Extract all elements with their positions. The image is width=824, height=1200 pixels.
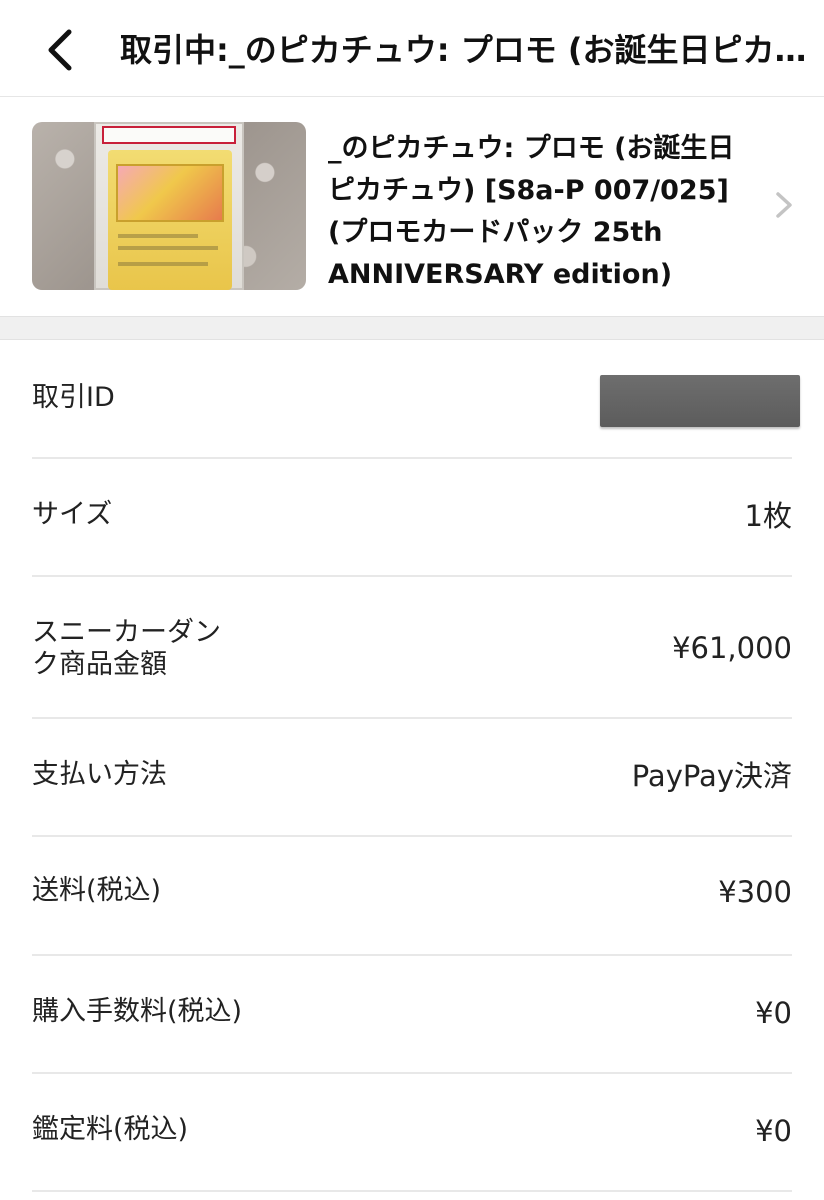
product-name: _のピカチュウ: プロモ (お誕生日ピカチュウ) [S8a-P 007/025]…	[328, 133, 735, 290]
row-label: 取引ID	[32, 382, 115, 413]
redacted-value	[600, 375, 800, 427]
product-card[interactable]: _のピカチュウ: プロモ (お誕生日ピカチュウ) [S8a-P 007/025]…	[0, 98, 824, 316]
detail-row-size: サイズ 1枚	[32, 459, 792, 577]
row-label: 支払い方法	[32, 759, 167, 790]
chevron-left-icon	[48, 29, 72, 71]
detail-row-shipping-fee: 送料(税込) ¥300	[32, 837, 792, 956]
section-divider	[0, 316, 824, 340]
slab-label	[102, 126, 236, 144]
row-value: ¥300	[718, 875, 792, 909]
row-value: ¥61,000	[672, 631, 792, 665]
detail-row-payment-method: 支払い方法 PayPay決済	[32, 719, 792, 837]
card-text-line	[118, 262, 208, 266]
row-value: 1枚	[744, 499, 792, 533]
detail-row-transaction-id: 取引ID	[32, 340, 800, 459]
card-text-line	[118, 234, 198, 238]
card-illustration	[116, 164, 224, 222]
card-image	[108, 150, 232, 290]
row-label: 鑑定料(税込)	[32, 1114, 189, 1145]
detail-row-grading-fee: 鑑定料(税込) ¥0	[32, 1074, 792, 1192]
top-bar: 取引中:_のピカチュウ: プロモ (お誕生日ピカチュウ) [S8a-P 007/…	[0, 0, 824, 97]
back-button[interactable]	[30, 20, 90, 80]
card-text-line	[118, 246, 218, 250]
row-label: 送料(税込)	[32, 875, 162, 906]
graded-card-slab	[94, 122, 244, 290]
row-label: サイズ	[32, 499, 113, 530]
chevron-right-icon	[776, 192, 792, 218]
row-label: スニーカーダンク商品金額	[32, 617, 221, 680]
row-value: ¥0	[755, 996, 792, 1030]
row-value: PayPay決済	[631, 759, 792, 793]
product-thumbnail	[32, 122, 306, 290]
page-title: 取引中:_のピカチュウ: プロモ (お誕生日ピカチュウ) [S8a-P 007/…	[120, 31, 810, 69]
detail-row-item-price: スニーカーダンク商品金額 ¥61,000	[32, 577, 792, 719]
detail-row-purchase-fee: 購入手数料(税込) ¥0	[32, 956, 792, 1074]
row-value: ¥0	[755, 1114, 792, 1148]
row-label: 購入手数料(税込)	[32, 996, 243, 1027]
